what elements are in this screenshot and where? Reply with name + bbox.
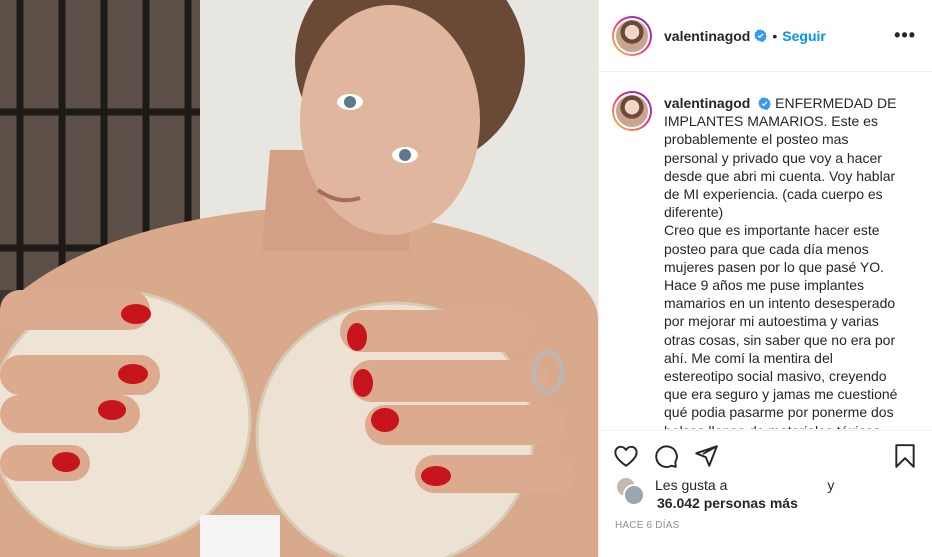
caption-avatar[interactable] — [612, 91, 652, 131]
likes-text: Les gusta a y 36.042 personas más — [655, 476, 834, 512]
caption-paragraph-2: Creo que es importante hacer este posteo… — [664, 222, 898, 429]
avatar-image — [614, 17, 650, 54]
comment-icon[interactable] — [653, 443, 679, 469]
verified-badge-icon — [754, 29, 768, 42]
more-options-icon[interactable]: ••• — [894, 25, 916, 46]
avatar-image — [614, 93, 650, 129]
post-timestamp[interactable]: HACE 6 DÍAS — [615, 520, 679, 531]
caption-paragraph-1: ENFERMEDAD DE IMPLANTES MAMARIOS. Este e… — [664, 95, 897, 221]
follow-button[interactable]: Seguir — [782, 28, 826, 44]
separator-dot: • — [772, 27, 778, 44]
likes-prefix: Les gusta a — [655, 477, 728, 493]
author-avatar[interactable] — [612, 15, 652, 56]
likes-count[interactable]: 36.042 personas más — [657, 495, 798, 511]
verified-badge-icon — [758, 97, 772, 110]
post-photo[interactable] — [0, 0, 598, 557]
caption-text: valentinagod ENFERMEDAD DE IMPLANTES MAM… — [664, 94, 904, 429]
post-header: valentinagod • Seguir ••• — [599, 0, 932, 72]
heart-icon[interactable] — [613, 443, 639, 469]
post-photo-illustration — [0, 0, 598, 557]
caption-row: valentinagod ENFERMEDAD DE IMPLANTES MAM… — [612, 91, 916, 429]
share-icon[interactable] — [693, 443, 719, 469]
likes-conjunction: y — [827, 477, 835, 493]
author-username[interactable]: valentinagod — [664, 28, 750, 44]
post-sidebar: valentinagod • Seguir ••• valentinagod E… — [598, 0, 932, 557]
likes-summary: Les gusta a y 36.042 personas más — [615, 476, 834, 512]
liker-avatars[interactable] — [615, 476, 645, 506]
caption-area: valentinagod ENFERMEDAD DE IMPLANTES MAM… — [599, 72, 932, 429]
instagram-post: valentinagod • Seguir ••• valentinagod E… — [0, 0, 932, 557]
bookmark-icon[interactable] — [892, 443, 918, 469]
action-bar — [599, 430, 932, 480]
caption-username[interactable]: valentinagod — [664, 95, 750, 111]
